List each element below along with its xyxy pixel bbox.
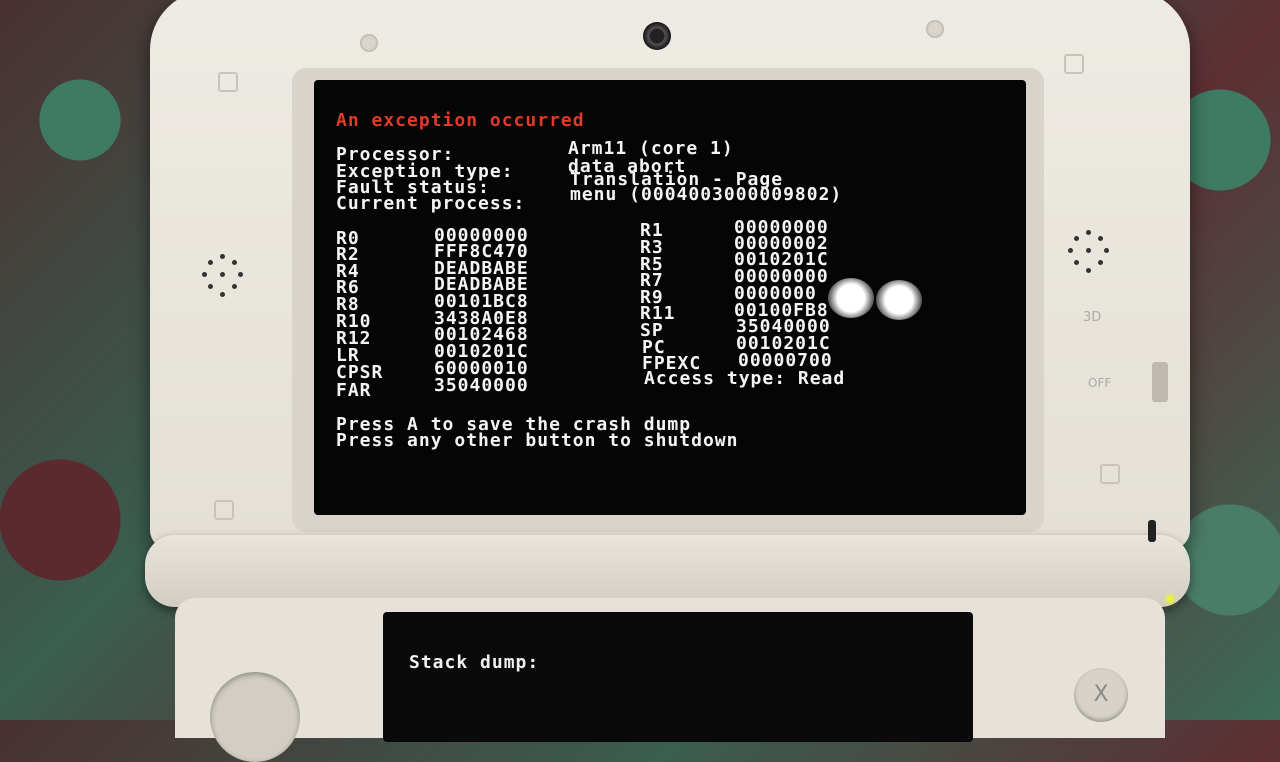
exception-title: An exception occurred (336, 110, 585, 131)
label-off: OFF (1088, 376, 1112, 390)
bottom-screen[interactable]: Stack dump: (383, 612, 973, 742)
top-screen: An exception occurred Processor: Arm11 (… (314, 80, 1026, 515)
info-label-current-process: Current process: (336, 193, 526, 214)
bezel-corner (218, 72, 238, 92)
circle-pad[interactable] (210, 672, 300, 762)
right-speaker-icon (1066, 228, 1116, 278)
reg-name: FAR (336, 380, 372, 401)
access-type: Access type: Read (644, 368, 846, 389)
bezel-corner (1064, 54, 1084, 74)
camera-icon (643, 22, 671, 50)
shell-screw-right (926, 20, 944, 38)
x-button[interactable]: X (1074, 668, 1128, 722)
bezel-corner (214, 500, 234, 520)
stack-dump-label: Stack dump: (409, 652, 540, 673)
prompt-shutdown: Press any other button to shutdown (336, 430, 739, 451)
reg-value: 35040000 (434, 375, 529, 396)
screen-glare (876, 280, 922, 320)
power-led-icon (1166, 595, 1174, 603)
hinge-slot (1148, 520, 1156, 542)
left-speaker-icon (200, 252, 250, 302)
bezel-corner (1100, 464, 1120, 484)
label-3d: 3D (1083, 310, 1102, 325)
shell-screw-left (360, 34, 378, 52)
screen-glare (828, 278, 874, 318)
3d-depth-slider[interactable] (1152, 362, 1168, 402)
info-value-current-process: menu (0004003000009802) (570, 184, 843, 205)
hinge (145, 535, 1190, 607)
